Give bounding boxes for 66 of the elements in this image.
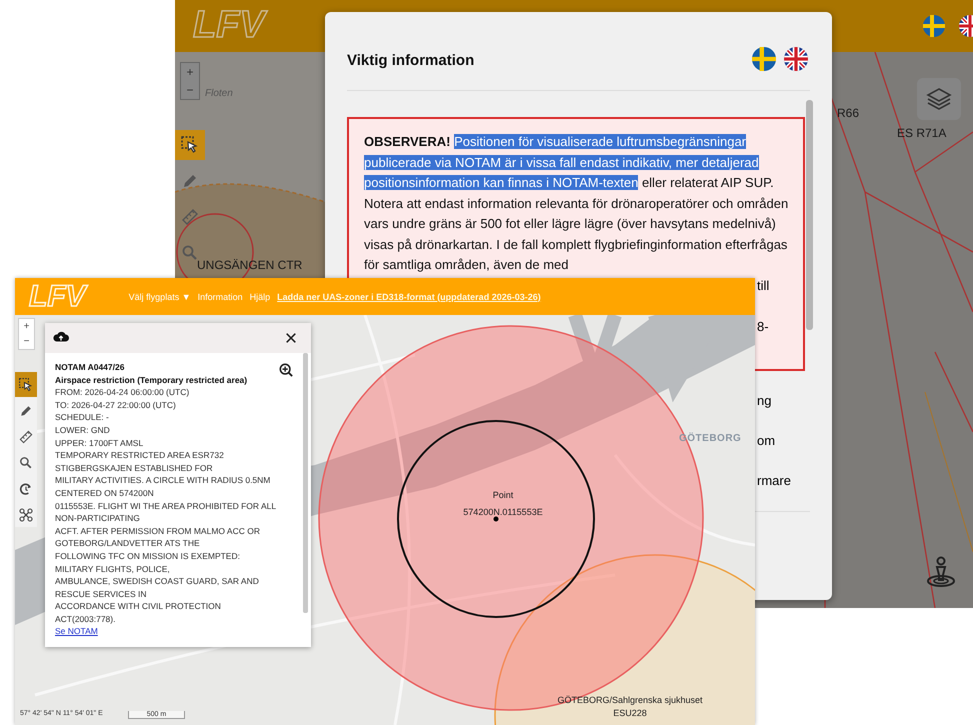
notam-text-line: ACCORDANCE WITH CIVIL PROTECTION xyxy=(55,600,221,613)
map-tool-button[interactable] xyxy=(175,130,205,160)
select-cursor-icon xyxy=(180,135,200,155)
point-coordinates: 574200N.0115553E xyxy=(463,507,543,517)
lfv-logo: LFV xyxy=(189,1,273,51)
ruler-icon xyxy=(180,207,200,227)
notam-text-line: NON-PARTICIPATING xyxy=(55,512,140,525)
scrollbar-thumb[interactable] xyxy=(806,100,813,330)
zoom-out-button[interactable]: − xyxy=(19,334,34,349)
dialog-text-fragment: rmare xyxy=(757,472,791,490)
nav-menu-item[interactable]: Hjälp xyxy=(250,292,270,302)
nav-menu-item[interactable]: Välj flygplats ▼ xyxy=(128,292,191,302)
notam-text-line: ACT(2003:778). xyxy=(55,612,116,626)
notam-text-line: SCHEDULE: - xyxy=(55,411,109,424)
dialog-text-fragment: om xyxy=(757,432,776,450)
person-pin-icon xyxy=(925,556,957,588)
swedish-flag-icon xyxy=(923,15,945,37)
dialog-text-fragment: ng xyxy=(757,392,772,410)
warning-text-fragment: till xyxy=(757,276,770,294)
notam-heading: NOTAM A0447/26 xyxy=(55,361,124,374)
select-cursor-icon xyxy=(18,376,34,392)
map-label: R66 xyxy=(837,106,860,120)
map-label: Floten xyxy=(205,88,233,99)
drone-icon xyxy=(18,506,34,522)
notam-text-line: FOLLOWING TFC ON MISSION IS EXEMPTED: xyxy=(55,550,240,562)
nav-menu-item[interactable]: Information xyxy=(198,292,243,302)
zoom-to-feature-button[interactable] xyxy=(279,363,293,377)
notam-link[interactable]: Se NOTAM xyxy=(55,625,98,638)
download-link[interactable]: Ladda ner UAS-zoner i ED318-format (uppdaterad 2026-03-26) xyxy=(277,292,541,302)
english-language-button[interactable] xyxy=(784,47,808,71)
ruler-icon xyxy=(18,428,34,444)
notam-heading: Airspace restriction (Temporary restricted area) xyxy=(55,374,248,386)
warning-text: OBSERVERA! Positionen för visualiserade luftrumsbegränsningar publicerade via NOTAM är i vissa fall endast indikativ, mer detaljerad positionsinformation kan finnas i NOTAM-texten eller relaterat AIP SUP. Notera att endast information relevanta för drönaroperatörer och områden vars undre gräns är 500 fot eller lägre lägre (över havsytans medelnivå) visas på drönarkartan. I de fall komplett flygbriefinginformation efterfrågas för samtliga områden, även de med xyxy=(364,133,789,274)
notam-text-line: TEMPORARY RESTRICTED AREA ESR732 xyxy=(55,449,224,462)
dialog-title: Viktig information xyxy=(347,52,474,68)
zoom-in-icon xyxy=(279,363,293,377)
notam-text-line: LOWER: GND xyxy=(55,424,110,437)
notam-text-line: FROM: 2026-04-24 06:00:00 (UTC) xyxy=(55,386,190,399)
notam-text-line: UPPER: 1700FT AMSL xyxy=(55,436,144,450)
zoom-in-button[interactable]: + xyxy=(19,319,34,334)
search-icon xyxy=(18,454,34,470)
notam-text-line: RESCUE SERVICES IN xyxy=(55,588,146,600)
map-tool-button[interactable] xyxy=(15,372,37,397)
notam-text-line: AMBULANCE, SWEDISH COAST GUARD, SAR AND xyxy=(55,575,259,588)
swedish-language-button[interactable] xyxy=(752,47,776,71)
notam-text-line: STIGBERGSKAJEN ESTABLISHED FOR xyxy=(55,462,213,474)
zone-label: ESU228 xyxy=(613,708,647,718)
close-icon xyxy=(285,332,297,344)
point-label: Point xyxy=(492,490,514,500)
notam-text-line: GOTEBORG/LANDVETTER ATS THE xyxy=(55,537,200,550)
layers-button[interactable] xyxy=(917,78,961,120)
notam-text-line: MILITARY FLIGHTS, POLICE, xyxy=(55,562,170,576)
lfv-logo: LFV xyxy=(25,278,94,316)
layers-icon xyxy=(925,86,953,112)
notam-text-line: TO: 2026-04-27 22:00:00 (UTC) xyxy=(55,398,176,412)
notam-text-line: ACFT. AFTER PERMISSION FROM MALMO ACC OR xyxy=(55,524,260,538)
notam-text-line: 0115553E. FLIGHT WI THE AREA PROHIBITED FOR ALL xyxy=(55,500,276,512)
scrollbar-thumb[interactable] xyxy=(303,353,308,613)
warning-text-fragment: 8- xyxy=(757,318,769,336)
notam-text-line: CENTERED ON 574200N xyxy=(55,486,154,500)
notam-text-line: MILITARY ACTIVITIES. A CIRCLE WITH RADIUS 0.5NM xyxy=(55,474,270,487)
center-point-marker xyxy=(494,516,498,522)
british-flag-icon xyxy=(784,47,808,71)
location-button[interactable] xyxy=(925,556,957,588)
close-button[interactable] xyxy=(285,332,297,344)
swedish-flag-icon xyxy=(752,47,776,71)
